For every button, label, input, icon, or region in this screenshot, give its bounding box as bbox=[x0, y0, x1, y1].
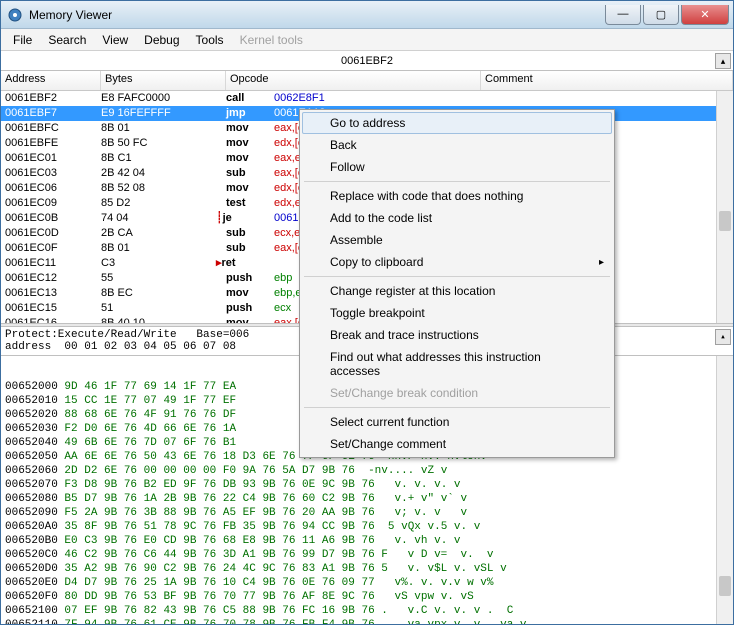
hex-row[interactable]: 00652070 F3 D8 9B 76 B2 ED 9F 76 DB 93 9… bbox=[5, 478, 729, 492]
ctx-goto-address[interactable]: Go to address bbox=[302, 112, 612, 134]
header-bytes[interactable]: Bytes bbox=[101, 71, 226, 90]
separator bbox=[304, 276, 610, 277]
minimize-button[interactable]: — bbox=[605, 5, 641, 25]
hex-row[interactable]: 00652110 7F 94 9B 76 61 CE 9B 76 70 78 9… bbox=[5, 618, 729, 624]
menu-debug[interactable]: Debug bbox=[136, 31, 187, 49]
header-comment[interactable]: Comment bbox=[481, 71, 733, 90]
context-menu: Go to address Back Follow Replace with c… bbox=[299, 109, 615, 458]
hex-row[interactable]: 00652080 B5 D7 9B 76 1A 2B 9B 76 22 C4 9… bbox=[5, 492, 729, 506]
hex-row[interactable]: 00652100 07 EF 9B 76 82 43 9B 76 C5 88 9… bbox=[5, 604, 729, 618]
ctx-change-register[interactable]: Change register at this location bbox=[302, 280, 612, 302]
disasm-row[interactable]: 0061EBF2E8 FAFC0000call0062E8F1 bbox=[1, 91, 733, 106]
hex-row[interactable]: 006520A0 35 8F 9B 76 51 78 9C 76 FB 35 9… bbox=[5, 520, 729, 534]
ctx-add-code-list[interactable]: Add to the code list bbox=[302, 207, 612, 229]
hex-row[interactable]: 006520C0 46 C2 9B 76 C6 44 9B 76 3D A1 9… bbox=[5, 548, 729, 562]
ctx-select-function[interactable]: Select current function bbox=[302, 411, 612, 433]
column-headers: Address Bytes Opcode Comment bbox=[1, 71, 733, 91]
hex-scroll-up[interactable]: ▴ bbox=[715, 329, 731, 345]
ctx-copy-clipboard[interactable]: Copy to clipboard▸ bbox=[302, 251, 612, 273]
separator bbox=[304, 181, 610, 182]
hex-row[interactable]: 00652090 F5 2A 9B 76 3B 88 9B 76 A5 EF 9… bbox=[5, 506, 729, 520]
ctx-set-comment[interactable]: Set/Change comment bbox=[302, 433, 612, 455]
menubar: File Search View Debug Tools Kernel tool… bbox=[1, 29, 733, 51]
window-title: Memory Viewer bbox=[29, 8, 603, 22]
app-icon bbox=[7, 7, 23, 23]
address-bar: 0061EBF2 ▴ bbox=[1, 51, 733, 71]
ctx-set-break-condition: Set/Change break condition bbox=[302, 382, 612, 404]
hex-scrollbar[interactable] bbox=[716, 356, 733, 624]
ctx-break-trace[interactable]: Break and trace instructions bbox=[302, 324, 612, 346]
ctx-find-accesses[interactable]: Find out what addresses this instruction… bbox=[302, 346, 612, 382]
hex-row[interactable]: 006520E0 D4 D7 9B 76 25 1A 9B 76 10 C4 9… bbox=[5, 576, 729, 590]
close-button[interactable]: ✕ bbox=[681, 5, 729, 25]
menu-view[interactable]: View bbox=[94, 31, 136, 49]
ctx-toggle-breakpoint[interactable]: Toggle breakpoint bbox=[302, 302, 612, 324]
menu-search[interactable]: Search bbox=[40, 31, 94, 49]
menu-tools[interactable]: Tools bbox=[188, 31, 232, 49]
ctx-replace-nop[interactable]: Replace with code that does nothing bbox=[302, 185, 612, 207]
disasm-scrollbar[interactable] bbox=[716, 91, 733, 323]
ctx-assemble[interactable]: Assemble bbox=[302, 229, 612, 251]
maximize-button[interactable]: ▢ bbox=[643, 5, 679, 25]
menu-kernel-tools[interactable]: Kernel tools bbox=[232, 31, 311, 49]
hex-row[interactable]: 00652060 2D D2 6E 76 00 00 00 00 F0 9A 7… bbox=[5, 464, 729, 478]
scroll-up-button[interactable]: ▴ bbox=[715, 53, 731, 69]
separator bbox=[304, 407, 610, 408]
ctx-follow[interactable]: Follow bbox=[302, 156, 612, 178]
hex-row[interactable]: 006520D0 35 A2 9B 76 90 C2 9B 76 24 4C 9… bbox=[5, 562, 729, 576]
header-opcode[interactable]: Opcode bbox=[226, 71, 481, 90]
titlebar[interactable]: Memory Viewer — ▢ ✕ bbox=[1, 1, 733, 29]
hex-row[interactable]: 006520F0 80 DD 9B 76 53 BF 9B 76 70 77 9… bbox=[5, 590, 729, 604]
current-address: 0061EBF2 bbox=[341, 55, 393, 67]
chevron-right-icon: ▸ bbox=[599, 257, 604, 268]
hex-row[interactable]: 006520B0 E0 C3 9B 76 E0 CD 9B 76 68 E8 9… bbox=[5, 534, 729, 548]
header-address[interactable]: Address bbox=[1, 71, 101, 90]
ctx-back[interactable]: Back bbox=[302, 134, 612, 156]
menu-file[interactable]: File bbox=[5, 31, 40, 49]
